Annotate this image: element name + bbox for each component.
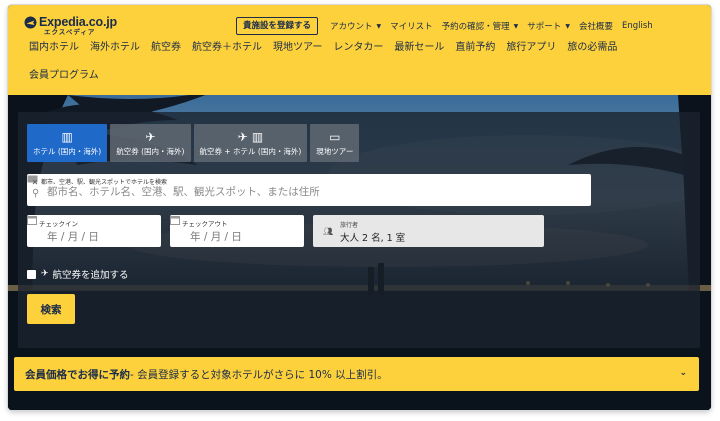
account-link-label: アカウント [330, 22, 373, 32]
chevron-down-icon: ▼ [376, 22, 382, 30]
nav-item-essentials[interactable]: 旅の必需品 [567, 41, 617, 54]
hero-background: ▥ ホテル (国内・海外) ✈ 航空券 (国内・海外) ✈ ▥ 航空券 + ホテ… [8, 95, 711, 410]
search-button[interactable]: 検索 [27, 294, 75, 324]
manage-booking-label: 予約の確認・管理 [441, 22, 510, 32]
checkout-label: チェックアウト [182, 220, 228, 228]
promo-title: 会員価格でお得に予約 [25, 368, 130, 381]
manage-booking-link[interactable]: 予約の確認・管理 ▼ [442, 20, 519, 32]
list-property-button[interactable]: 貴施設を登録する [236, 17, 319, 35]
chevron-down-icon: ▼ [513, 22, 519, 30]
search-form: ▥ ホテル (国内・海外) ✈ 航空券 (国内・海外) ✈ ▥ 航空券 + ホテ… [18, 112, 700, 348]
nav-item-domestic-hotels[interactable]: 国内ホテル [29, 41, 79, 54]
location-pin-icon: ⚲ [32, 188, 40, 199]
search-tabs: ▥ ホテル (国内・海外) ✈ 航空券 (国内・海外) ✈ ▥ 航空券 + ホテ… [27, 124, 360, 162]
logo-subtitle: エクスペディア [44, 28, 96, 36]
nav-item-overseas-hotels[interactable]: 海外ホテル [90, 41, 140, 54]
add-flight-label: 航空券を追加する [52, 270, 129, 281]
tab-hotels-label: ホテル (国内・海外) [33, 146, 102, 156]
plane-icon: ✈ [41, 269, 49, 279]
add-flight-option[interactable]: ✈ 航空券を追加する [27, 267, 129, 281]
destination-label: 都市、空港、駅、観光スポットでホテルを検索 [41, 179, 168, 186]
top-links: アカウント ▼ マイリスト 予約の確認・管理 ▼ サポート ▼ 会社概要 Englis… [330, 20, 653, 32]
nav-item-tours[interactable]: 現地ツアー [273, 41, 322, 54]
chevron-down-icon: ▼ [565, 22, 570, 30]
nav-item-flights[interactable]: 航空券 [151, 41, 181, 54]
plane-icon: ✈ [145, 129, 156, 144]
company-link[interactable]: 会社概要 [579, 20, 613, 32]
tab-flight-hotel[interactable]: ✈ ▥ 航空券 + ホテル (国内・海外) [193, 124, 308, 162]
calendar-icon [27, 216, 37, 225]
browser-page: Expedia.co.jp エクスペディア 貴施設を登録する アカウント ▼ マイ… [8, 5, 711, 410]
hotel-icon: ▥ [61, 129, 73, 144]
clear-icon[interactable] [27, 174, 38, 185]
tab-flights-label: 航空券 (国内・海外) [116, 146, 185, 156]
tab-hotels[interactable]: ▥ ホテル (国内・海外) [27, 124, 108, 162]
account-link[interactable]: アカウント ▼ [330, 20, 381, 32]
support-link-label: サポート [527, 22, 562, 32]
english-link[interactable]: English [622, 20, 653, 32]
tab-tours[interactable]: ▭ 現地ツアー [310, 124, 360, 162]
globe-plane-icon [24, 16, 37, 29]
destination-field[interactable]: 都市、空港、駅、観光スポットでホテルを検索 ⚲ [27, 174, 591, 206]
checkout-value: 年 / 月 / 日 [190, 231, 242, 243]
nav-item-flight-hotel[interactable]: 航空券＋ホテル [192, 41, 262, 54]
checkin-label: チェックイン [39, 220, 78, 228]
tab-flight-hotel-label: 航空券 + ホテル (国内・海外) [199, 146, 302, 156]
promo-text: - 会員登録すると対象ホテルがさらに 10% 以上割引。 [130, 368, 388, 381]
site-header: Expedia.co.jp エクスペディア 貴施設を登録する アカウント ▼ マイ… [8, 5, 711, 95]
main-nav: 国内ホテル 海外ホテル 航空券 航空券＋ホテル 現地ツアー レンタカー 最新セー… [29, 41, 649, 82]
checkin-field[interactable]: チェックイン 年 / 月 / 日 [27, 215, 161, 247]
nav-item-last-minute[interactable]: 直前予約 [455, 41, 495, 54]
calendar-icon [170, 216, 180, 225]
checkin-value: 年 / 月 / 日 [47, 231, 99, 243]
add-flight-checkbox[interactable] [27, 269, 36, 279]
plane-hotel-icon: ✈ ▥ [237, 129, 264, 144]
support-link[interactable]: サポート ▼ [527, 20, 570, 32]
ticket-icon: ▭ [329, 129, 341, 144]
nav-item-sale[interactable]: 最新セール [394, 41, 444, 54]
member-promo-banner[interactable]: 会員価格でお得に予約 - 会員登録すると対象ホテルがさらに 10% 以上割引。 … [14, 357, 699, 391]
checkout-field[interactable]: チェックアウト 年 / 月 / 日 [170, 215, 304, 247]
tab-tours-label: 現地ツアー [316, 146, 354, 156]
travelers-field[interactable]: 👥︎ 旅行者 大人 2 名, 1 室 [313, 215, 544, 247]
chevron-down-icon[interactable]: ⌄ [679, 368, 687, 378]
travelers-value: 大人 2 名, 1 室 [340, 233, 406, 244]
tab-flights[interactable]: ✈ 航空券 (国内・海外) [110, 124, 191, 162]
travelers-label: 旅行者 [340, 222, 359, 229]
nav-item-car-rental[interactable]: レンタカー [333, 41, 383, 54]
person-icon: 👥︎ [323, 227, 334, 236]
my-list-link[interactable]: マイリスト [390, 20, 433, 32]
destination-input[interactable] [47, 186, 547, 198]
nav-item-membership[interactable]: 会員プログラム [29, 69, 99, 82]
nav-item-app[interactable]: 旅行アプリ [506, 41, 556, 54]
